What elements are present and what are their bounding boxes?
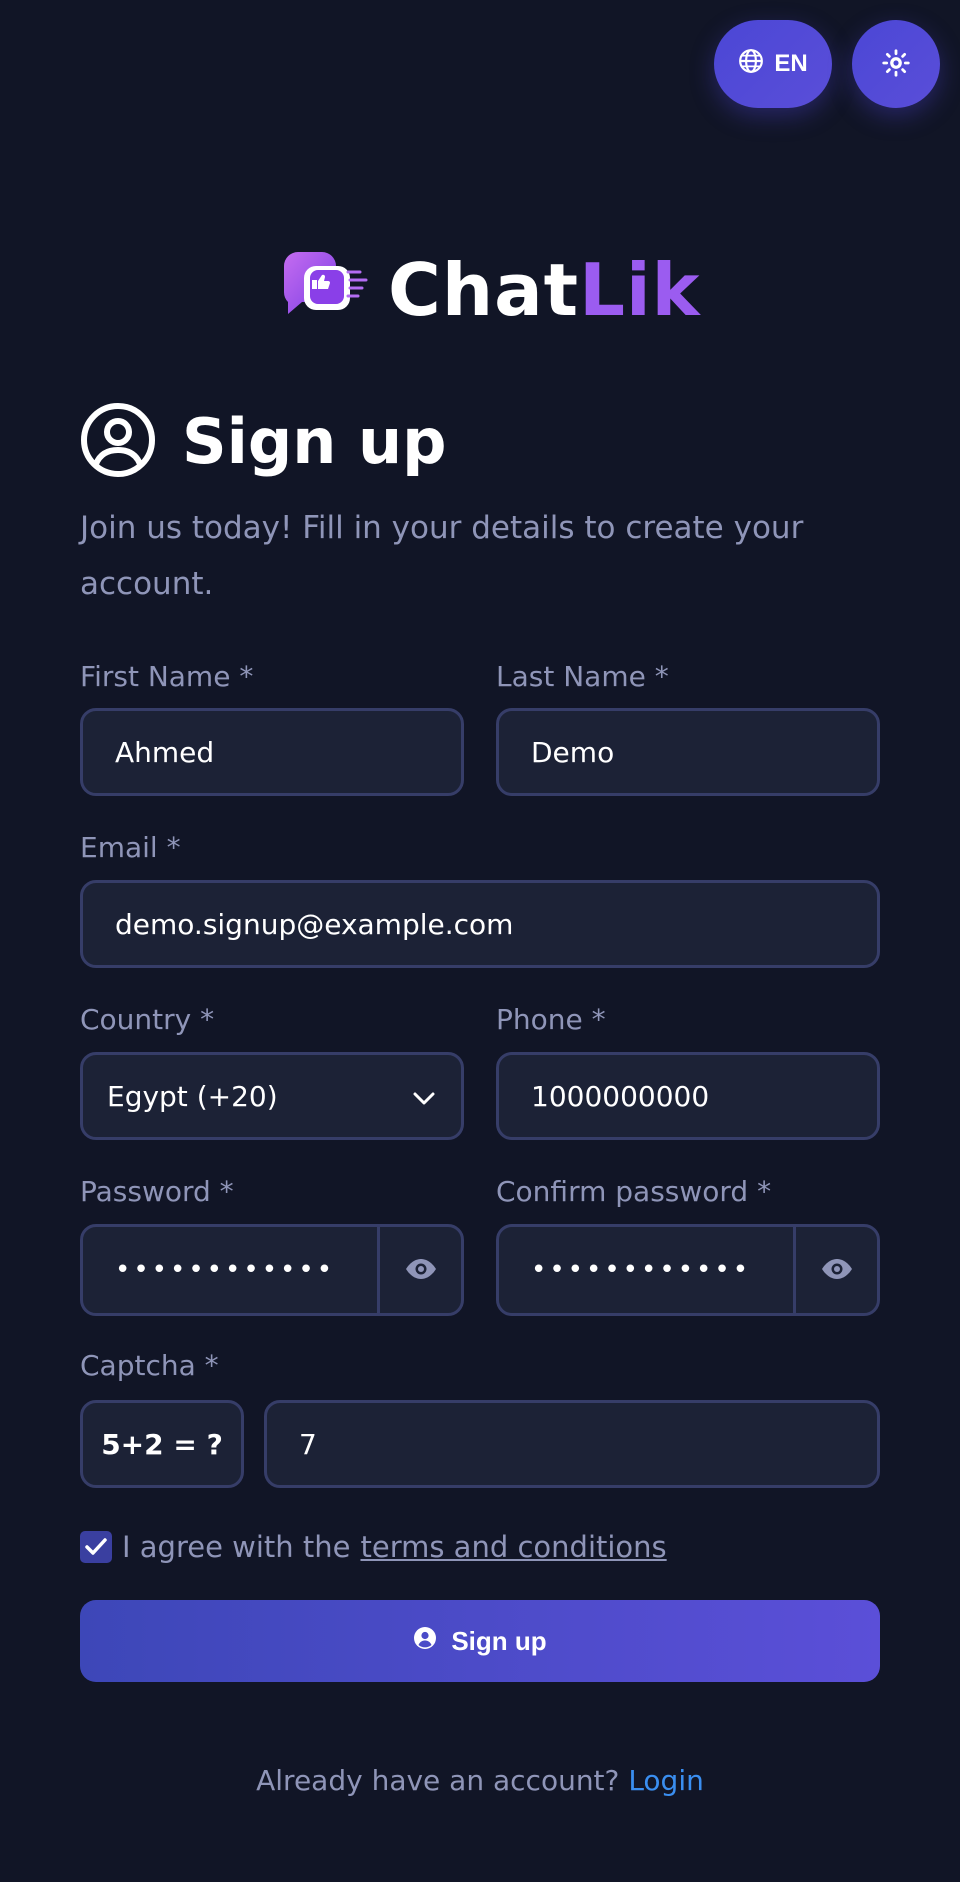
first-name-value: Ahmed: [115, 735, 215, 769]
signup-submit-button[interactable]: Sign up: [80, 1600, 880, 1682]
last-name-field[interactable]: Demo: [496, 708, 880, 796]
country-label: Country *: [80, 1003, 215, 1036]
first-name-label: First Name *: [80, 660, 254, 693]
email-label: Email *: [80, 831, 181, 864]
login-link[interactable]: Login: [628, 1764, 704, 1797]
password-value: ••••••••••••: [115, 1255, 336, 1285]
language-label: EN: [774, 50, 808, 77]
user-circle-icon: [413, 1626, 437, 1657]
captcha-answer-field[interactable]: 7: [264, 1400, 880, 1488]
page-title: Sign up: [182, 405, 447, 478]
confirm-password-value: ••••••••••••: [531, 1255, 752, 1285]
captcha-answer-value: 7: [299, 1427, 317, 1461]
last-name-label: Last Name *: [496, 660, 669, 693]
captcha-label: Captcha *: [80, 1349, 219, 1382]
confirm-password-label: Confirm password *: [496, 1175, 772, 1208]
captcha-question: 5+2 = ?: [80, 1400, 244, 1488]
country-select[interactable]: Egypt (+20): [80, 1052, 464, 1140]
confirm-password-field[interactable]: ••••••••••••: [496, 1224, 880, 1316]
password-field[interactable]: ••••••••••••: [80, 1224, 464, 1316]
password-visibility-toggle[interactable]: [377, 1227, 461, 1313]
chat-bubble-logo-icon: [278, 248, 374, 332]
first-name-field[interactable]: Ahmed: [80, 708, 464, 796]
email-value: demo.signup@example.com: [115, 907, 514, 941]
login-prompt-text: Already have an account?: [256, 1764, 620, 1797]
phone-field[interactable]: 1000000000: [496, 1052, 880, 1140]
login-prompt: Already have an account? Login: [0, 1764, 960, 1797]
sun-icon: [882, 48, 910, 80]
country-value: Egypt (+20): [107, 1079, 278, 1113]
signup-submit-label: Sign up: [451, 1625, 547, 1656]
email-field[interactable]: demo.signup@example.com: [80, 880, 880, 968]
terms-prefix: I agree with the: [122, 1530, 351, 1564]
phone-label: Phone *: [496, 1003, 606, 1036]
globe-icon: [738, 48, 764, 81]
user-circle-icon: [80, 402, 156, 482]
terms-checkbox[interactable]: [80, 1531, 112, 1563]
brand-name: ChatLik: [388, 254, 701, 326]
brand-logo: ChatLik: [278, 250, 701, 330]
page-subtitle: Join us today! Fill in your details to c…: [80, 510, 804, 602]
chevron-down-icon: [413, 1080, 435, 1113]
phone-value: 1000000000: [531, 1079, 710, 1113]
signup-page: EN ChatLik Sign up Join us today! Fill i…: [0, 0, 960, 1882]
brand-name-part2: Lik: [579, 248, 701, 332]
eye-icon: [404, 1254, 438, 1287]
page-heading: Sign up: [80, 402, 447, 482]
eye-icon: [820, 1254, 854, 1287]
brand-name-part1: Chat: [388, 248, 580, 332]
password-label: Password *: [80, 1175, 234, 1208]
language-button[interactable]: EN: [714, 20, 832, 108]
last-name-value: Demo: [531, 735, 615, 769]
terms-agreement: I agree with the terms and conditions: [80, 1530, 667, 1564]
confirm-password-visibility-toggle[interactable]: [793, 1227, 877, 1313]
terms-link[interactable]: terms and conditions: [360, 1530, 666, 1564]
theme-toggle-button[interactable]: [852, 20, 940, 108]
